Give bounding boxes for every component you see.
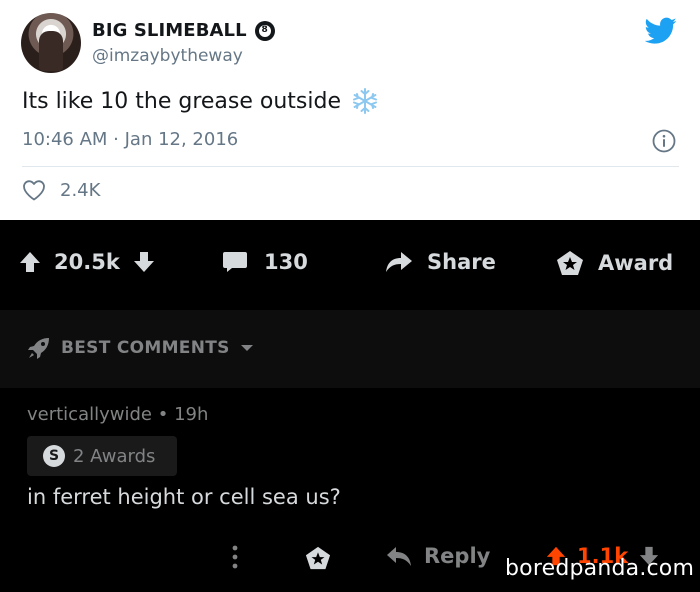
comment-count: 130 [264,250,308,274]
comment-meta: verticallywide • 19h [27,404,208,425]
award-coin-glyph: S [48,448,60,464]
info-icon[interactable] [652,129,676,153]
awards-label: 2 Awards [73,445,156,467]
share-button[interactable]: Share [385,250,496,274]
comment-username[interactable]: verticallywide [27,404,152,425]
award-button[interactable]: Award [556,250,673,276]
twitter-bird-icon[interactable] [645,17,677,45]
post-vote-group: 20.5k [18,250,156,274]
tweet-card: BIG SLIMEBALL 8 @imzaybytheway Its like … [0,0,700,220]
tweet-timestamp[interactable]: 10:46 AM · Jan 12, 2016 [22,129,238,150]
watermark: boredpanda.com [505,556,695,581]
post-action-bar: 20.5k 130 Share Award [0,220,700,310]
author-avatar[interactable] [21,13,81,73]
award-label: Award [598,251,674,275]
reply-label: Reply [424,544,491,568]
reply-arrow-icon [387,547,411,566]
sort-label: BEST COMMENTS [61,338,230,358]
author-name[interactable]: BIG SLIMEBALL [92,20,247,41]
sort-bar: BEST COMMENTS [0,310,700,388]
sort-dropdown[interactable]: BEST COMMENTS [27,336,254,360]
heart-icon [23,180,45,201]
awards-chip[interactable]: S 2 Awards [27,436,177,476]
downvote-arrow-icon[interactable] [132,250,156,274]
tweet-divider [22,166,679,167]
reply-button[interactable]: Reply [386,544,490,568]
author-handle[interactable]: @imzaybytheway [92,46,243,66]
comment-time: 19h [174,404,209,425]
rocket-icon [28,338,49,359]
give-award-icon[interactable] [305,545,331,571]
comment-bubble-icon [223,252,247,272]
like-button[interactable]: 2.4K [22,179,100,201]
comments-button[interactable]: 130 [222,250,308,274]
more-options-icon[interactable] [229,544,241,570]
chevron-down-icon [240,345,253,351]
upvote-arrow-icon[interactable] [18,250,42,274]
award-icon [557,251,583,275]
tweet-text-row: Its like 10 the grease outside [22,87,379,115]
post-vote-count: 20.5k [54,250,120,274]
author-name-row[interactable]: BIG SLIMEBALL 8 [92,20,275,41]
tweet-text: Its like 10 the grease outside [22,88,341,114]
silver-award-icon: S [43,445,65,467]
meta-separator: • [157,404,175,425]
badge-glyph: 8 [258,24,271,37]
eight-ball-badge-icon: 8 [254,20,275,41]
comment-body: in ferret height or cell sea us? [27,485,341,509]
like-count: 2.4K [60,179,101,201]
snowflake-icon [353,88,377,114]
share-label: Share [427,250,496,274]
share-arrow-icon [386,252,412,272]
